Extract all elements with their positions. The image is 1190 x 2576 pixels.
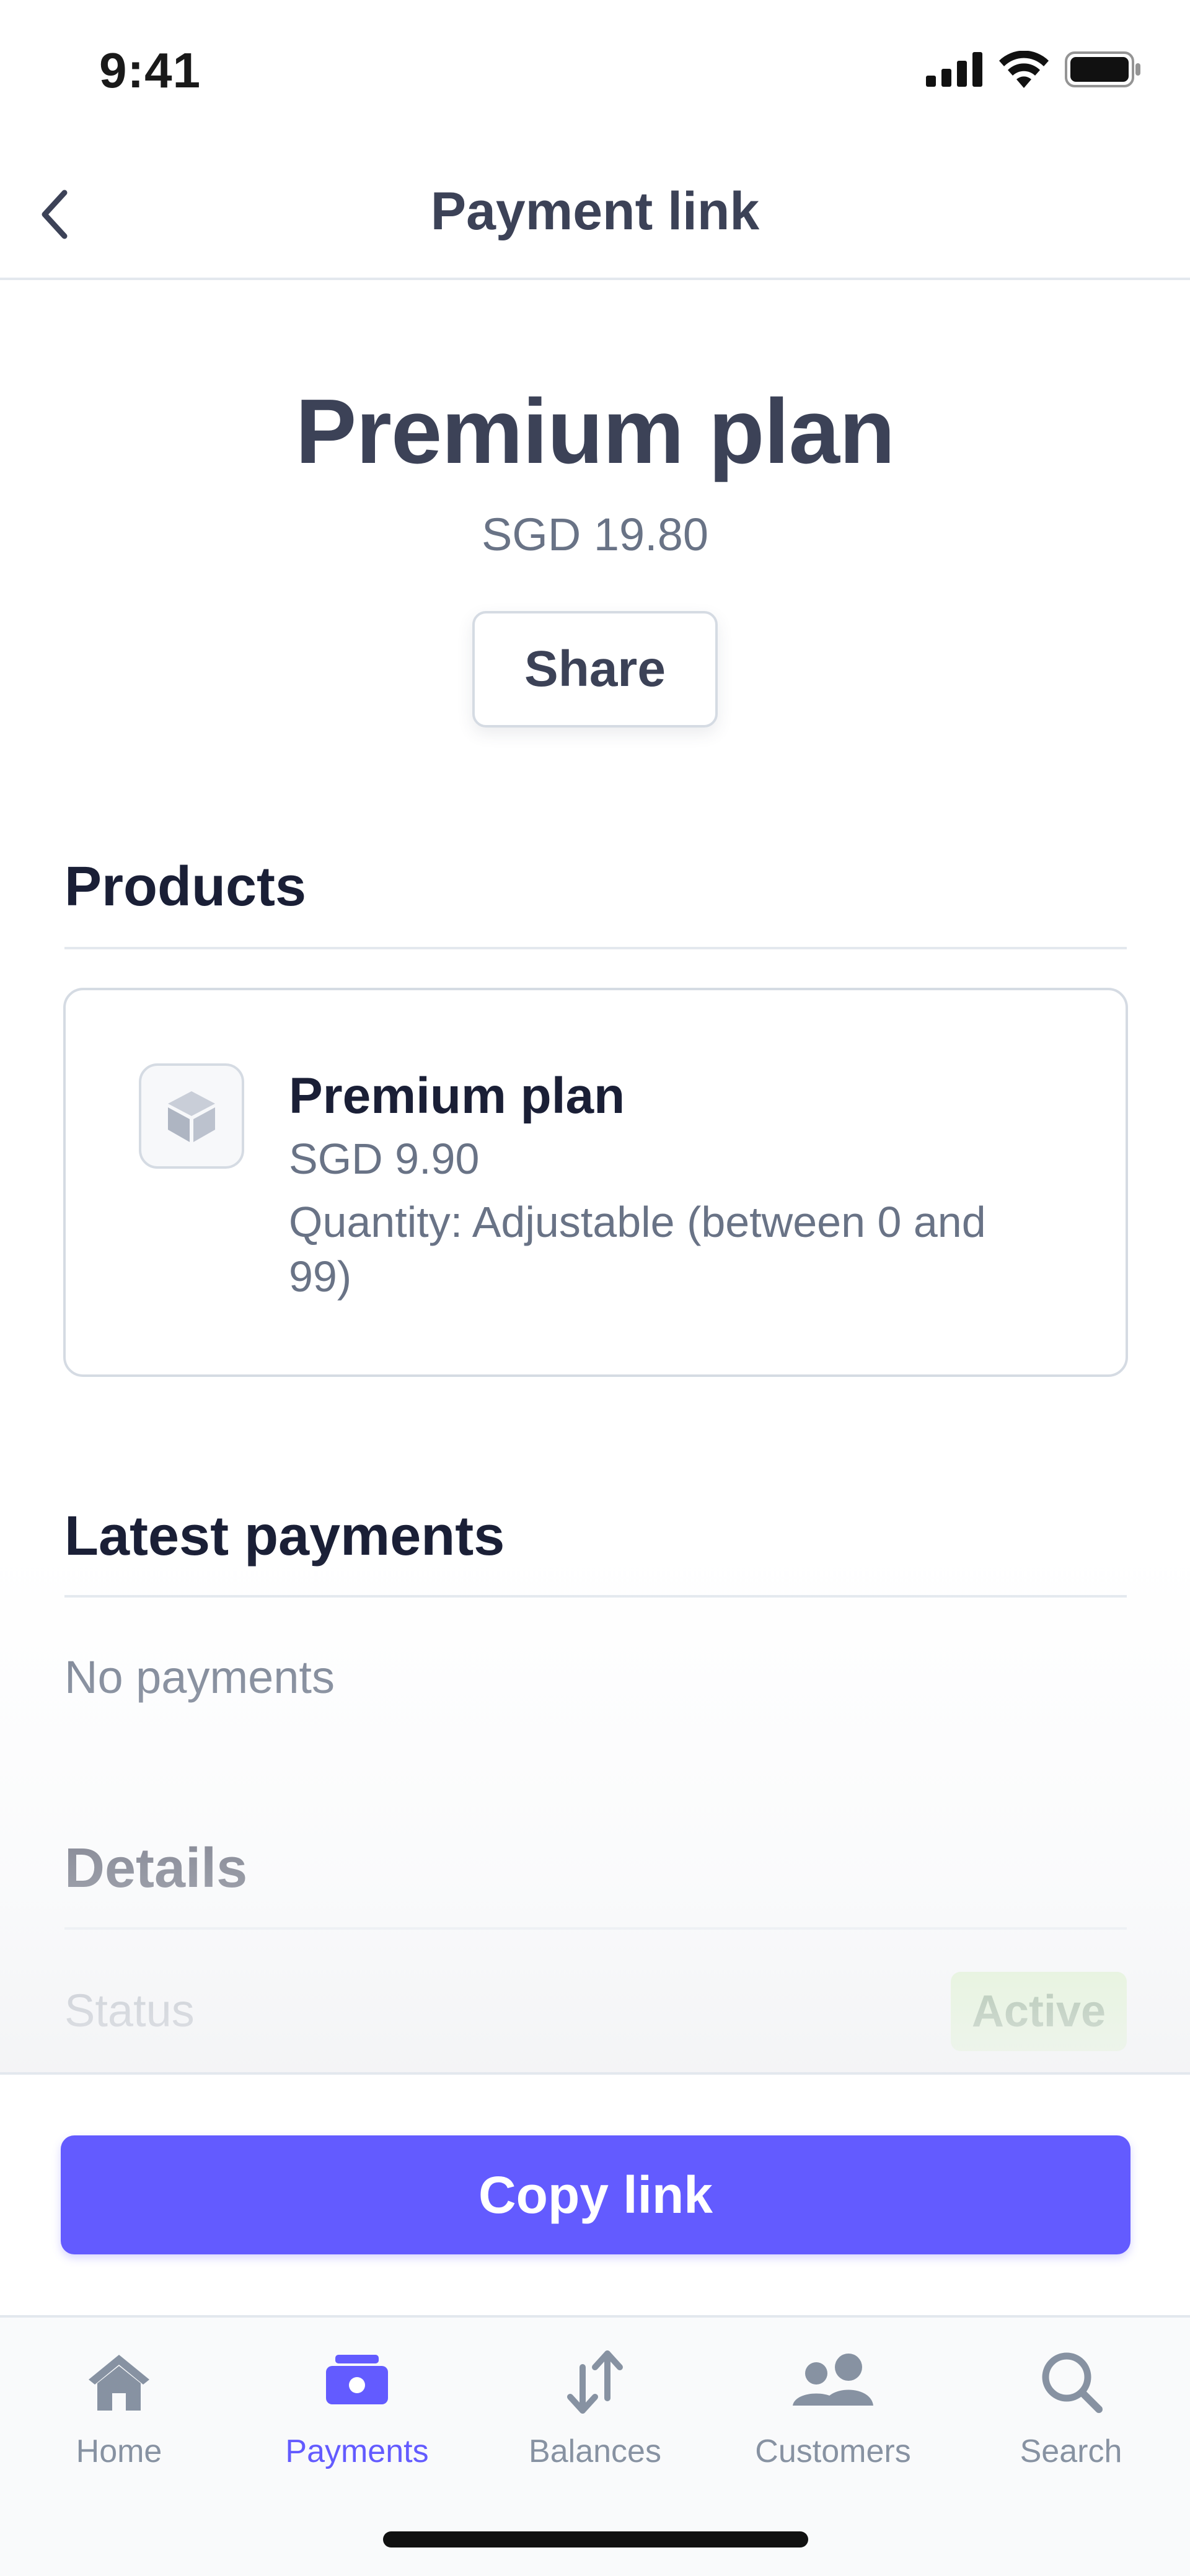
details-heading: Details	[64, 1837, 248, 1899]
latest-payments-heading: Latest payments	[64, 1505, 505, 1567]
payments-icon	[326, 2355, 388, 2404]
product-card[interactable]: Premium plan SGD 9.90 Quantity: Adjustab…	[63, 988, 1128, 1377]
search-icon	[1042, 2352, 1103, 2413]
balances-icon	[567, 2350, 623, 2414]
product-price: SGD 9.90	[289, 1135, 480, 1183]
status-bar: 9:41	[0, 0, 1190, 149]
tab-label: Customers	[755, 2433, 911, 2469]
payment-link-price: SGD 19.80	[481, 509, 709, 560]
payment-link-title: Premium plan	[295, 380, 896, 483]
home-icon	[89, 2355, 149, 2411]
tab-label: Balances	[529, 2433, 661, 2469]
cellular-signal-icon	[926, 52, 982, 87]
page-title: Payment link	[430, 182, 760, 241]
tab-label: Payments	[285, 2433, 429, 2469]
tab-customers[interactable]: Customers	[714, 2342, 952, 2491]
customers-icon	[793, 2354, 873, 2406]
status-time: 9:41	[99, 43, 201, 98]
home-indicator[interactable]	[383, 2531, 808, 2547]
navigation-bar: Payment link	[0, 149, 1190, 280]
tab-balances[interactable]: Balances	[476, 2342, 714, 2491]
tab-search[interactable]: Search	[952, 2342, 1190, 2491]
wifi-icon	[999, 51, 1049, 88]
share-button[interactable]: Share	[472, 611, 718, 728]
products-heading: Products	[64, 856, 307, 918]
divider	[64, 1927, 1127, 1930]
status-badge: Active	[950, 1972, 1127, 2051]
product-name: Premium plan	[289, 1068, 625, 1124]
box-icon	[168, 1091, 215, 1142]
copy-link-button[interactable]: Copy link	[61, 2135, 1130, 2254]
status-label: Status	[64, 1985, 195, 2036]
tab-label: Search	[1020, 2433, 1122, 2469]
divider	[64, 947, 1127, 949]
hero-section: Premium plan SGD 19.80 Share	[0, 280, 1190, 751]
battery-icon	[1065, 51, 1140, 87]
divider	[64, 1595, 1127, 1598]
product-quantity: Quantity: Adjustable (between 0 and 99)	[289, 1198, 986, 1301]
tab-label: Home	[76, 2433, 162, 2469]
payment-link-screen: 9:41 Payment link Premium plan SGD 19.80…	[0, 0, 1190, 2576]
tab-payments[interactable]: Payments	[238, 2342, 476, 2491]
status-icons	[926, 51, 1142, 88]
action-bar: Copy link	[0, 2072, 1190, 2315]
no-payments-text: No payments	[64, 1651, 335, 1703]
product-thumbnail	[139, 1063, 244, 1169]
tab-home[interactable]: Home	[0, 2342, 238, 2491]
